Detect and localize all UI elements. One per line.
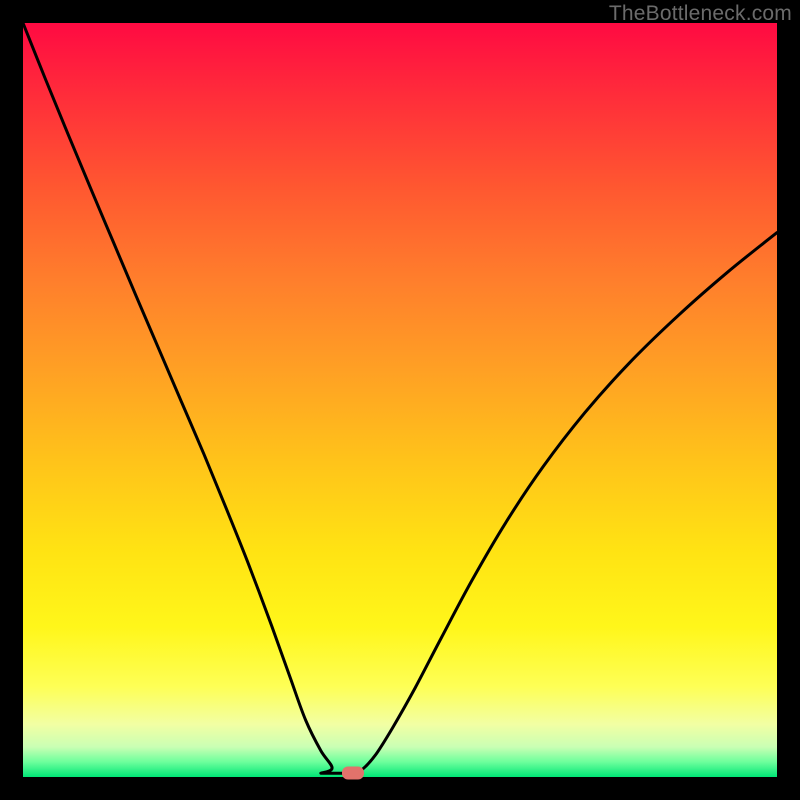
curve-path <box>23 23 777 774</box>
bottleneck-curve <box>23 23 777 777</box>
chart-stage: TheBottleneck.com <box>0 0 800 800</box>
optimal-marker <box>342 767 364 780</box>
watermark-text: TheBottleneck.com <box>609 2 792 26</box>
plot-area <box>23 23 777 777</box>
